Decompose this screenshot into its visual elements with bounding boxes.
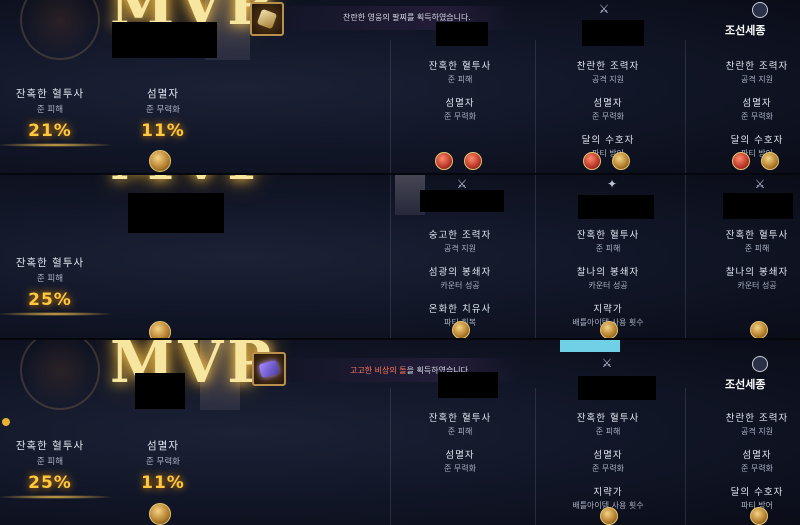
redacted-player-name [578,195,654,219]
mvp-stat: 섬멸자 준 무력화 11% [108,438,218,493]
redacted-player-name [438,372,498,398]
column-divider [390,175,391,340]
redacted-player-name [112,22,217,58]
class-icon: ⚔ [601,356,613,370]
member-stats: 잔혹한 혈투사 준 피해 찰나의 봉쇄자 카운터 성공 지략가 배틀아이템 사용… [572,230,644,327]
mvp-stat: 섬멸자 준 무력화 11% [108,86,218,141]
redacted-player-name [578,376,656,400]
reward-item-name: 고고한 비상의 돌 [350,366,407,375]
mvp-stat: 잔혹한 혈투사 준 피해 25% [0,438,115,499]
member-stats: 잔혹한 혈투사 준 피해 찰나의 봉쇄자 카운터 성공 [725,230,789,290]
stat-percent: 11% [141,473,185,493]
redacted-player-name [128,193,224,233]
medal-icon[interactable] [149,503,171,525]
member-stats: 찬란한 조력자 공격 지원 섬멸자 준 무력화 달의 수호자 파티 방어 [576,61,640,158]
member-stats: 찬란한 조력자 공격 지원 섬멸자 준 무력화 달의 수호자 파티 방어 [725,61,789,158]
medal-icon[interactable] [583,152,601,170]
stone-icon [258,359,280,379]
crest-emblem [20,340,100,410]
stat-percent: 25% [28,473,72,493]
redacted-player-name [582,20,644,46]
column-divider [535,40,536,175]
result-panel-1: MVP 찬란한 영웅의 팔찌를 획득하였습니다. 잔혹한 혈투사 준 피해 21… [0,0,800,175]
column-divider [390,40,391,175]
member-stats: 잔혹한 혈투사 준 피해 섬멸자 준 무력화 [428,61,492,121]
redacted-player-name [723,193,793,219]
mvp-stat: 잔혹한 혈투사 준 피해 21% [0,86,115,147]
column-divider [390,388,391,525]
server-name: 조선세종 [725,24,766,37]
member-stats: 숭고한 조력자 공격 지원 섬광의 봉쇄자 카운터 성공 온화한 치유사 파티 … [428,230,492,327]
medal-icon[interactable] [600,321,618,339]
medal-icon[interactable] [464,152,482,170]
highlight-glow [0,495,115,499]
column-divider [685,388,686,525]
class-icon: ⚔ [598,2,610,16]
column-divider [535,388,536,525]
reward-item-icon[interactable] [252,352,286,386]
medal-icon[interactable] [750,321,768,339]
highlight-glow [0,143,115,147]
result-panel-2: MVP 잔혹한 혈투사 준 피해 25% ⚔ ✦ ⚔ 숭고한 조력자 공격 지원… [0,175,800,340]
medal-icon[interactable] [761,152,779,170]
medal-icon[interactable] [149,150,171,172]
member-stats: 잔혹한 혈투사 준 피해 섬멸자 준 무력화 지략가 배틀아이템 사용 횟수 [572,413,644,510]
medal-icon[interactable] [750,507,768,525]
highlight-glow [0,312,115,316]
class-icon: ⚔ [456,177,468,191]
crest-emblem [20,0,100,60]
class-icon: ✦ [606,177,618,191]
medal-icon[interactable] [612,152,630,170]
member-stats: 잔혹한 혈투사 준 피해 섬멸자 준 무력화 [428,413,492,473]
column-divider [535,175,536,340]
server-icon [752,356,768,372]
result-panel-3: MVP 고고한 비상의 돌을 획득하였습니다. 잔혹한 혈투사 준 피해 25%… [0,340,800,525]
medal-icon[interactable] [435,152,453,170]
member-stats: 찬란한 조력자 공격 지원 섬멸자 준 무력화 달의 수호자 파티 방어 [725,413,789,510]
mvp-title: MVP [110,175,275,193]
medal-icon[interactable] [600,507,618,525]
character-figure [560,340,620,352]
class-icon: ⚔ [754,177,766,191]
notification-dot[interactable] [2,418,10,426]
redacted-player-name [420,190,504,212]
reward-item-icon[interactable] [250,2,284,36]
column-divider [685,175,686,340]
stat-percent: 25% [28,290,72,310]
column-divider [685,40,686,175]
bracelet-icon [256,8,278,30]
stat-percent: 11% [141,121,185,141]
stat-percent: 21% [28,121,72,141]
server-icon [752,2,768,18]
redacted-player-name [135,373,185,409]
mvp-stat: 잔혹한 혈투사 준 피해 25% [0,255,115,316]
medal-icon[interactable] [452,321,470,339]
server-name: 조선세종 [725,378,766,391]
medal-icon[interactable] [732,152,750,170]
redacted-player-name [436,22,488,46]
